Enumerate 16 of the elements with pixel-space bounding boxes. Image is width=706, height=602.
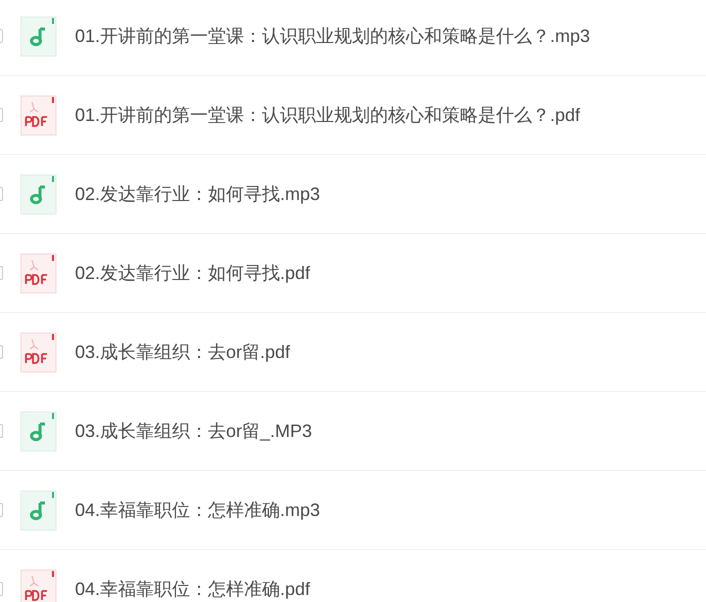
music-file-icon [20,174,57,214]
file-name[interactable]: 01.开讲前的第一堂课：认识职业规划的核心和策略是什么？.pdf [75,104,580,126]
file-name[interactable]: 02.发达靠行业：如何寻找.pdf [75,262,310,284]
file-name[interactable]: 04.幸福靠职位：怎样准确.mp3 [75,499,320,521]
file-name[interactable]: 03.成长靠组织：去or留.pdf [75,341,290,363]
music-file-icon [20,410,57,452]
file-name[interactable]: 03.成长靠组织：去or留_.MP3 [75,420,312,442]
file-name[interactable]: 01.开讲前的第一堂课：认识职业规划的核心和策略是什么？.mp3 [75,25,590,47]
file-name[interactable]: 02.发达靠行业：如何寻找.mp3 [75,183,320,205]
pdf-file-icon [20,94,57,136]
pdf-file-icon [20,252,57,294]
music-file-icon [20,16,57,56]
music-file-icon [20,490,57,530]
file-name[interactable]: 04.幸福靠职位：怎样准确.pdf [75,578,310,600]
pdf-file-icon [20,332,57,372]
pdf-file-icon [20,568,57,602]
